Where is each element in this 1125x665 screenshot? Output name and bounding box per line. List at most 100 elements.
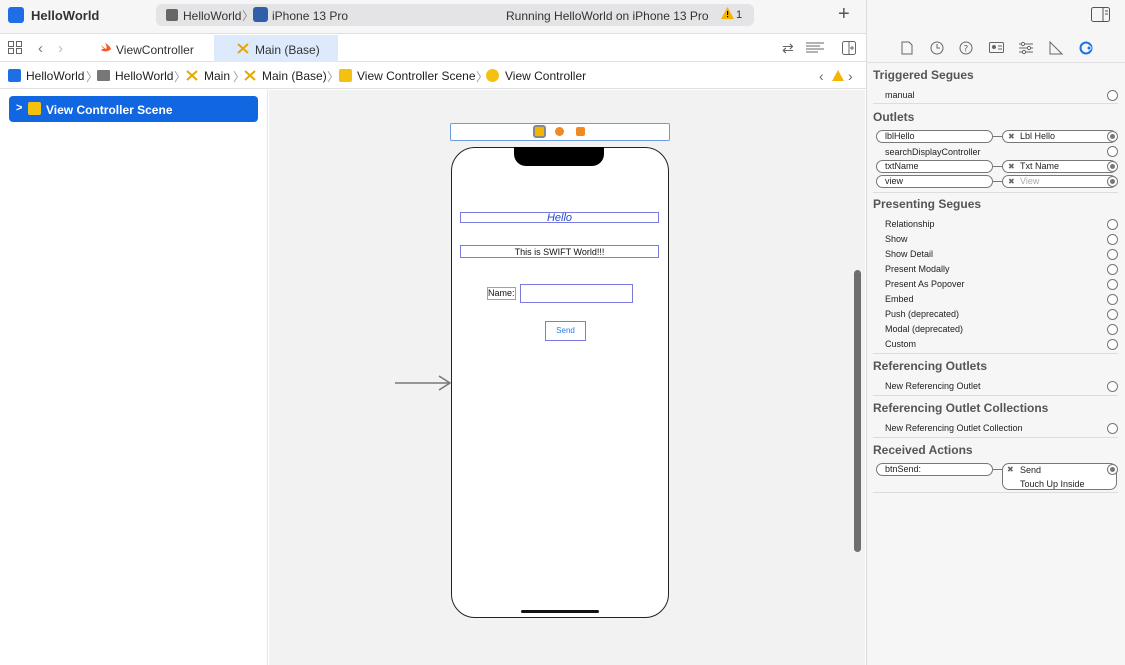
send-button[interactable]: Send [545,321,586,341]
warning-count[interactable]: 1 [736,9,742,21]
action-btnsend[interactable]: btnSend: [876,463,993,476]
tab-label: Main (Base) [255,43,320,57]
outlet-lblhello[interactable]: lblHello [876,130,993,143]
segue-label: Present As Popover [885,279,965,289]
section-triggered-segues: Triggered Segues [873,68,974,82]
tab-label: ViewController [116,43,194,57]
jump-view-controller[interactable]: View Controller [505,69,586,83]
view-controller-icon[interactable] [533,125,546,138]
chevron-right-icon: 〉 [174,70,187,84]
outlet-view[interactable]: view [876,175,993,188]
outlet-target-view[interactable]: ✖ View [1002,175,1117,188]
first-responder-icon[interactable] [555,127,564,136]
device-icon[interactable] [253,7,268,22]
warning-icon[interactable] [721,7,734,19]
warning-icon[interactable] [832,70,844,81]
connection-circle[interactable] [1107,464,1118,475]
connection-circle[interactable] [1107,294,1118,305]
storyboard-icon [237,43,249,54]
remove-connection-icon[interactable]: ✖ [1008,131,1015,142]
split-editor-icon[interactable] [842,41,856,55]
folder-icon [97,70,110,81]
file-inspector-icon[interactable] [901,41,915,55]
connection-circle[interactable] [1107,309,1118,320]
help-inspector-icon[interactable]: ? [959,41,973,55]
connection-circle[interactable] [1107,339,1118,350]
connection-circle[interactable] [1107,146,1118,157]
connection-circle[interactable] [1107,219,1118,230]
svg-text:?: ? [964,45,969,55]
exit-icon[interactable] [576,127,585,136]
name-text-field[interactable] [520,284,633,303]
next-issue-icon[interactable]: › [848,68,853,84]
view-controller-icon [486,69,499,82]
entry-point-arrow[interactable] [395,375,452,391]
connection-circle[interactable] [1107,234,1118,245]
connection-circle[interactable] [1107,279,1118,290]
connection-circle[interactable] [1107,161,1118,172]
swift-file-icon [100,43,112,54]
connection-circle[interactable] [1107,176,1118,187]
storyboard-icon [186,70,198,81]
forward-icon[interactable]: › [58,40,63,57]
target-label: Lbl Hello [1020,131,1056,141]
chevron-right-icon: 〉 [327,70,340,84]
section-presenting-segues: Presenting Segues [873,197,982,211]
jump-main-base[interactable]: Main (Base) [262,69,327,83]
project-title: HelloWorld [31,8,100,23]
scene-icon [339,69,352,82]
canvas-scrollbar[interactable] [854,270,861,552]
prev-issue-icon[interactable]: ‹ [819,68,824,84]
xcode-app-icon [8,7,24,23]
name-label[interactable]: Name: [487,287,516,300]
outlet-txtname[interactable]: txtName [876,160,993,173]
jump-project[interactable]: HelloWorld [26,69,84,83]
swift-world-label[interactable]: This is SWIFT World!!! [460,245,659,258]
back-icon[interactable]: ‹ [38,40,43,57]
outlet-target-lblhello[interactable]: ✖ Lbl Hello [1002,130,1117,143]
divider [873,192,1118,193]
device-selector[interactable]: iPhone 13 Pro [272,9,348,23]
jump-main[interactable]: Main [204,69,230,83]
connection-circle[interactable] [1107,324,1118,335]
home-indicator [521,610,599,613]
jump-group[interactable]: HelloWorld [115,69,173,83]
document-outline [0,90,268,665]
section-received-actions: Received Actions [873,443,973,457]
connection-circle[interactable] [1107,249,1118,260]
identity-inspector-icon[interactable] [989,41,1004,55]
segue-manual-label: manual [885,90,915,100]
grid-icon[interactable] [8,41,22,54]
hello-label[interactable]: Hello [460,212,659,224]
new-referencing-collection-label: New Referencing Outlet Collection [885,423,1023,433]
remove-connection-icon[interactable]: ✖ [1007,465,1014,474]
connection-circle[interactable] [1107,131,1118,142]
segue-label: Show Detail [885,249,934,259]
scheme-icon[interactable] [166,9,178,21]
scheme-selector[interactable]: HelloWorld [183,9,241,23]
editor-options-icon[interactable] [806,42,824,54]
history-inspector-icon[interactable] [930,41,944,55]
remove-connection-icon[interactable]: ✖ [1008,161,1015,172]
disclosure-chevron-icon[interactable]: > [16,102,22,114]
target-label: View [1020,176,1040,186]
add-icon[interactable]: + [838,4,850,24]
connection-circle[interactable] [1107,381,1118,392]
connections-inspector-icon[interactable] [1079,41,1093,55]
outlet-target-txtname[interactable]: ✖ Txt Name [1002,160,1117,173]
segue-label: Embed [885,294,914,304]
inspector-toggle-icon[interactable] [1091,7,1110,22]
divider [873,437,1118,438]
size-inspector-icon[interactable] [1049,41,1063,55]
outline-item-label: View Controller Scene [46,103,173,117]
divider [873,395,1118,396]
connection-circle[interactable] [1107,264,1118,275]
section-outlets: Outlets [873,110,915,124]
remove-connection-icon[interactable]: ✖ [1008,176,1015,187]
jump-scene[interactable]: View Controller Scene [357,69,476,83]
attributes-inspector-icon[interactable] [1019,41,1033,55]
swap-arrows-icon[interactable]: ⇄ [782,40,794,57]
connection-circle[interactable] [1107,90,1118,101]
connection-circle[interactable] [1107,423,1118,434]
divider [873,353,1118,354]
